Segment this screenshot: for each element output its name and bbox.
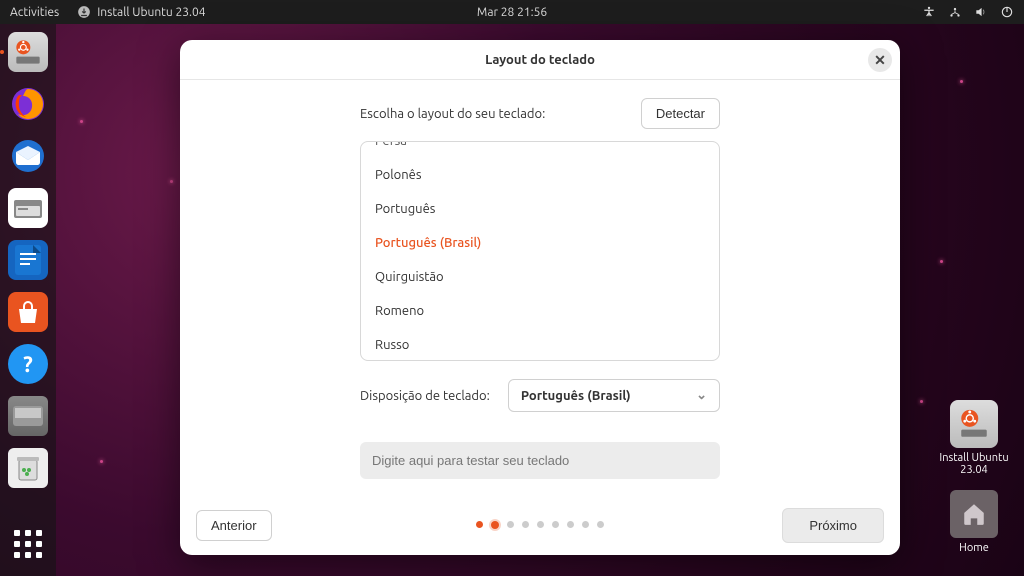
top-app-title: Install Ubuntu 23.04 xyxy=(97,6,205,19)
next-button[interactable]: Próximo xyxy=(782,508,884,543)
window-title: Layout do teclado xyxy=(485,53,595,67)
dock-app-removable-volume[interactable] xyxy=(8,396,48,436)
top-panel: Activities Install Ubuntu 23.04 Mar 28 2… xyxy=(0,0,1024,24)
installer-footer: Anterior Próximo xyxy=(180,495,900,555)
select-value: Português (Brasil) xyxy=(521,389,631,403)
system-tray[interactable] xyxy=(922,5,1014,19)
step-dot xyxy=(522,521,529,528)
show-applications-button[interactable] xyxy=(8,524,48,564)
volume-drive-icon xyxy=(13,406,43,426)
step-dot xyxy=(507,521,514,528)
keyboard-layout-list[interactable]: PersaPolonêsPortuguêsPortuguês (Brasil)Q… xyxy=(360,141,720,361)
step-dot xyxy=(537,521,544,528)
previous-button[interactable]: Anterior xyxy=(196,510,272,541)
dock: ? xyxy=(0,24,56,576)
step-dot xyxy=(567,521,574,528)
layout-option[interactable]: Romeno xyxy=(361,294,719,328)
accessibility-icon xyxy=(922,5,936,19)
clock[interactable]: Mar 28 21:56 xyxy=(477,6,547,19)
installer-body: Escolha o layout do seu teclado: Detecta… xyxy=(180,80,900,495)
files-icon xyxy=(14,196,42,220)
power-icon xyxy=(1000,5,1014,19)
desktop-icon-install-ubuntu[interactable]: Install Ubuntu 23.04 xyxy=(934,400,1014,476)
desktop-icon-home[interactable]: Home xyxy=(934,490,1014,554)
dock-app-install-ubuntu[interactable] xyxy=(8,32,48,72)
trash-icon xyxy=(15,454,41,482)
layout-option[interactable]: Quirguistão xyxy=(361,260,719,294)
window-titlebar: Layout do teclado ✕ xyxy=(180,40,900,80)
close-icon: ✕ xyxy=(874,52,886,69)
dock-app-libreoffice-writer[interactable] xyxy=(8,240,48,280)
keyboard-test-input[interactable] xyxy=(360,442,720,479)
thunderbird-icon xyxy=(10,138,46,174)
installer-window: Layout do teclado ✕ Escolha o layout do … xyxy=(180,40,900,555)
detect-button[interactable]: Detectar xyxy=(641,98,720,129)
layout-option[interactable]: Português (Brasil) xyxy=(361,226,719,260)
activities-button[interactable]: Activities xyxy=(10,6,59,19)
step-dot xyxy=(476,521,483,528)
step-dot xyxy=(491,521,499,529)
software-icon xyxy=(13,297,43,327)
writer-icon xyxy=(15,245,41,275)
layout-option[interactable]: Português xyxy=(361,192,719,226)
dock-app-software-center[interactable] xyxy=(8,292,48,332)
dock-app-trash[interactable] xyxy=(8,448,48,488)
firefox-icon xyxy=(10,86,46,122)
top-app-menu[interactable]: Install Ubuntu 23.04 xyxy=(77,5,205,19)
dock-app-firefox[interactable] xyxy=(8,84,48,124)
desktop-icon-label: Install Ubuntu 23.04 xyxy=(934,452,1014,476)
desktop-icon-label: Home xyxy=(934,542,1014,554)
step-dot xyxy=(582,521,589,528)
disposition-label: Disposição de teclado: xyxy=(360,389,490,403)
choose-layout-label: Escolha o layout do seu teclado: xyxy=(360,107,545,121)
step-dot xyxy=(552,521,559,528)
dock-app-help[interactable]: ? xyxy=(8,344,48,384)
step-indicator xyxy=(476,521,604,529)
home-folder-icon xyxy=(961,501,987,527)
layout-option[interactable]: Polonês xyxy=(361,158,719,192)
dock-app-files[interactable] xyxy=(8,188,48,228)
ubuntu-install-icon xyxy=(957,407,991,441)
window-close-button[interactable]: ✕ xyxy=(868,48,892,72)
chevron-down-icon: ⌄ xyxy=(696,388,707,403)
volume-icon xyxy=(974,5,988,19)
keyboard-variant-select[interactable]: Português (Brasil) ⌄ xyxy=(508,379,720,412)
help-icon: ? xyxy=(23,352,33,377)
step-dot xyxy=(597,521,604,528)
ubuntu-install-icon xyxy=(14,38,42,66)
layout-option[interactable]: Russo xyxy=(361,328,719,361)
dock-app-thunderbird[interactable] xyxy=(8,136,48,176)
install-icon xyxy=(77,5,91,19)
network-icon xyxy=(948,5,962,19)
layout-option[interactable]: Persa xyxy=(361,141,719,158)
